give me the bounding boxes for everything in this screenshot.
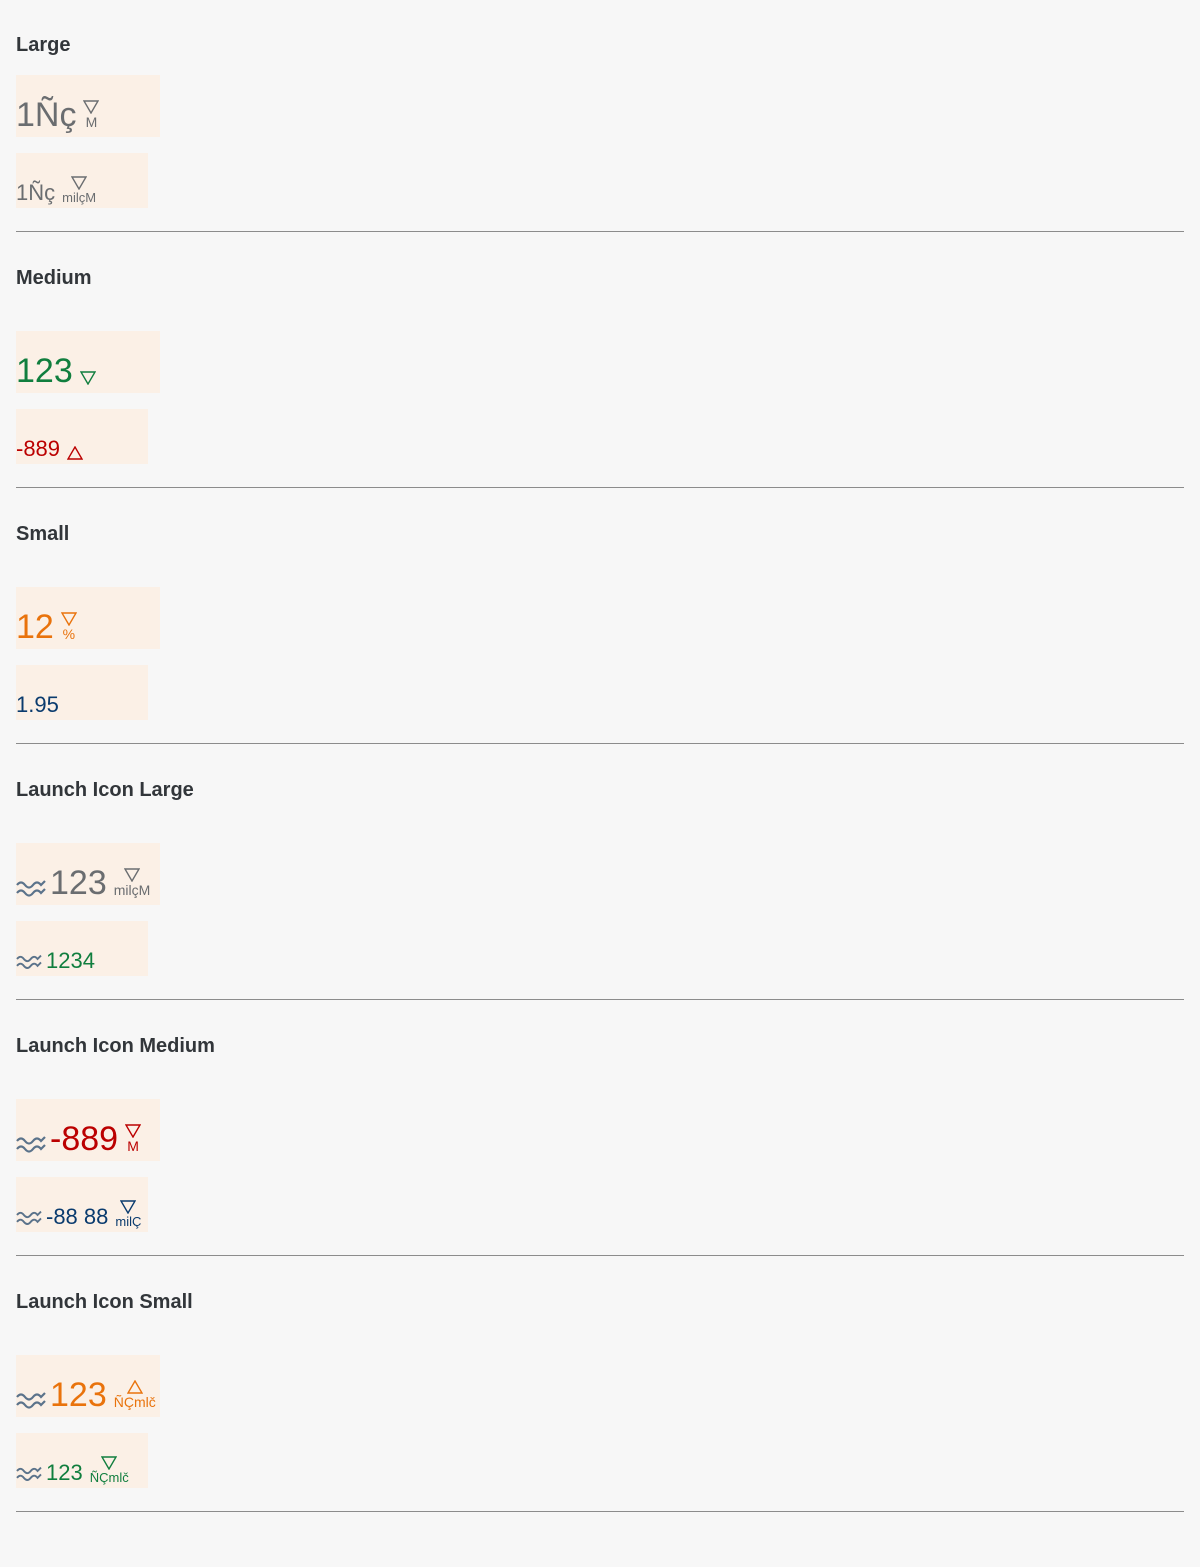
trend-wave-icon bbox=[16, 878, 46, 899]
numeric-value: 1Ñç bbox=[16, 96, 77, 134]
numeric-value: -889 bbox=[50, 1120, 119, 1158]
trend-wave-icon bbox=[16, 1209, 42, 1227]
section-small: Small 12% 1.95 bbox=[16, 488, 1184, 744]
numeric-value: -88 88 bbox=[46, 1204, 109, 1229]
indicator-stack: M bbox=[125, 1124, 142, 1154]
indicator-stack: ÑÇmlč bbox=[90, 1456, 129, 1484]
numeric-tile-large[interactable]: 123 milçM bbox=[16, 843, 160, 905]
numeric-tile-large[interactable]: 1Ñç M bbox=[16, 75, 160, 137]
section-launch-icon-small: Launch Icon Small 123 ÑÇmlč 123 ÑÇmlč bbox=[16, 1256, 1184, 1512]
section-title: Launch Icon Small bbox=[16, 1291, 193, 1313]
numeric-value: 123 bbox=[46, 1460, 83, 1485]
numeric-value: 1.95 bbox=[16, 692, 59, 717]
numeric-value: 1Ñç bbox=[16, 180, 56, 205]
numeric-content-showcase: Large 1Ñç M 1Ñç milçM Medium 123 -889 Smal… bbox=[0, 0, 1200, 1512]
trend-down-icon bbox=[71, 176, 88, 190]
section-large: Large 1Ñç M 1Ñç milçM bbox=[16, 0, 1184, 232]
numeric-value: -889 bbox=[16, 436, 61, 461]
numeric-tile-small[interactable]: 1.95 bbox=[16, 665, 148, 720]
trend-down-icon bbox=[120, 1200, 137, 1214]
unit-label: % bbox=[62, 626, 76, 642]
section-medium: Medium 123 -889 bbox=[16, 232, 1184, 488]
unit-label: M bbox=[85, 114, 98, 130]
trend-down-icon bbox=[60, 612, 77, 626]
trend-wave-icon bbox=[16, 1390, 46, 1411]
numeric-value: 123 bbox=[50, 1376, 107, 1414]
section-title: Large bbox=[16, 34, 71, 56]
indicator-stack: milçM bbox=[113, 868, 151, 898]
trend-up-icon bbox=[126, 1380, 143, 1394]
numeric-value: 12 bbox=[16, 608, 54, 646]
numeric-tile-large[interactable]: -889 M bbox=[16, 1099, 160, 1161]
numeric-tile-small[interactable]: 1Ñç milçM bbox=[16, 153, 148, 208]
numeric-tile-small[interactable]: -889 bbox=[16, 409, 148, 464]
indicator-stack: ÑÇmlč bbox=[114, 1380, 156, 1409]
trend-up-icon bbox=[67, 446, 84, 460]
numeric-value: 1234 bbox=[46, 948, 95, 973]
trend-down-icon bbox=[101, 1456, 118, 1470]
section-title: Small bbox=[16, 523, 70, 545]
indicator-stack: milÇ bbox=[115, 1200, 141, 1228]
trend-down-icon bbox=[83, 100, 100, 114]
section-title: Launch Icon Large bbox=[16, 779, 194, 801]
section-title: Medium bbox=[16, 267, 92, 289]
numeric-tile-small[interactable]: -88 88 milÇ bbox=[16, 1177, 148, 1232]
section-launch-icon-medium: Launch Icon Medium -889 M -88 88 milÇ bbox=[16, 1000, 1184, 1256]
unit-label: milçM bbox=[113, 882, 151, 898]
unit-label: milçM bbox=[62, 190, 97, 205]
numeric-value: 123 bbox=[50, 864, 107, 902]
indicator-stack bbox=[79, 371, 96, 385]
unit-label: ÑÇmlč bbox=[113, 1394, 156, 1410]
numeric-tile-large[interactable]: 12% bbox=[16, 587, 160, 649]
unit-label: ÑÇmlč bbox=[89, 1470, 129, 1485]
indicator-stack bbox=[67, 446, 84, 460]
unit-label: M bbox=[127, 1138, 139, 1154]
numeric-value: 123 bbox=[16, 352, 73, 390]
trend-wave-icon bbox=[16, 953, 42, 971]
numeric-tile-large[interactable]: 123 bbox=[16, 331, 160, 393]
unit-label: milÇ bbox=[115, 1214, 142, 1229]
trend-wave-icon bbox=[16, 1134, 46, 1155]
numeric-tile-small[interactable]: 1234 bbox=[16, 921, 148, 976]
indicator-stack: M bbox=[83, 100, 100, 130]
section-launch-icon-large: Launch Icon Large 123 milçM 1234 bbox=[16, 744, 1184, 1000]
numeric-tile-large[interactable]: 123 ÑÇmlč bbox=[16, 1355, 160, 1417]
indicator-stack: % bbox=[60, 612, 77, 642]
trend-down-icon bbox=[79, 371, 96, 385]
section-title: Launch Icon Medium bbox=[16, 1035, 215, 1057]
numeric-tile-small[interactable]: 123 ÑÇmlč bbox=[16, 1433, 148, 1488]
trend-down-icon bbox=[125, 1124, 142, 1138]
trend-wave-icon bbox=[16, 1465, 42, 1483]
indicator-stack: milçM bbox=[62, 176, 96, 204]
trend-down-icon bbox=[124, 868, 140, 882]
